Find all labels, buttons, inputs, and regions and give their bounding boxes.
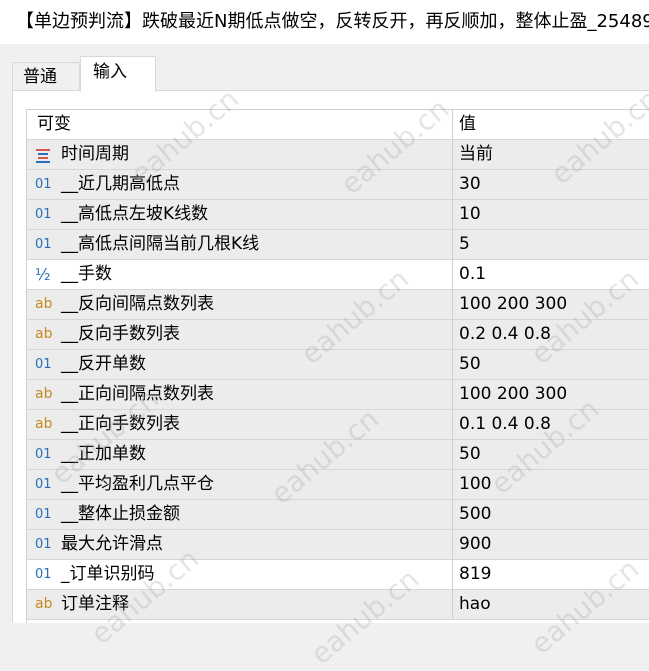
column-header-variable-label: 可变	[37, 114, 71, 134]
table-row[interactable]: 01 __高低点间隔当前几根K线 5	[27, 230, 649, 260]
timeframe-icon	[35, 149, 53, 163]
parameter-name: __手数	[61, 264, 112, 284]
parameter-value-cell[interactable]: 819	[459, 560, 649, 589]
double-icon: ½	[35, 265, 51, 284]
integer-icon: 01	[35, 177, 52, 192]
parameter-name-cell: 时间周期	[27, 140, 453, 169]
parameter-name: __高低点左坡K线数	[61, 204, 209, 224]
parameter-name: __正加单数	[61, 444, 146, 464]
table-row[interactable]: ab __正向手数列表 0.1 0.4 0.8	[27, 410, 649, 440]
parameter-name: __反开单数	[61, 354, 146, 374]
parameter-name: _订单识别码	[61, 564, 155, 584]
parameter-value-cell[interactable]: 0.2 0.4 0.8	[459, 320, 649, 349]
parameter-name-cell: ab __反向手数列表	[27, 320, 453, 349]
string-icon: ab	[35, 416, 53, 432]
tab-general[interactable]: 普通	[12, 62, 80, 90]
string-icon: ab	[35, 596, 53, 612]
table-row[interactable]: ½ __手数 0.1	[27, 260, 649, 290]
parameter-name: __反向手数列表	[61, 324, 180, 344]
integer-icon: 01	[35, 447, 52, 462]
parameter-value-cell[interactable]: hao	[459, 590, 649, 619]
parameter-name-cell: ab __正向间隔点数列表	[27, 380, 453, 409]
table-row[interactable]: 01 最大允许滑点 900	[27, 530, 649, 560]
parameter-name-cell: 01 __正加单数	[27, 440, 453, 469]
parameter-value-cell[interactable]: 100	[459, 470, 649, 499]
parameter-value-cell[interactable]: 100 200 300	[459, 290, 649, 319]
table-row[interactable]: 01 __高低点左坡K线数 10	[27, 200, 649, 230]
tab-inputs[interactable]: 输入	[80, 56, 156, 92]
table-row[interactable]: 01 __整体止损金额 500	[27, 500, 649, 530]
table-row[interactable]: ab __正向间隔点数列表 100 200 300	[27, 380, 649, 410]
parameter-name: __反向间隔点数列表	[61, 294, 214, 314]
integer-icon: 01	[35, 507, 52, 522]
parameter-value-cell[interactable]: 50	[459, 350, 649, 379]
table-row[interactable]: 01 _订单识别码 819	[27, 560, 649, 590]
column-header-value[interactable]: 值	[459, 110, 649, 139]
parameter-name: __正向间隔点数列表	[61, 384, 214, 404]
window-title: 【单边预判流】跌破最近N期低点做空，反转反开，再反顺加，整体止盈_25489	[0, 0, 649, 44]
integer-icon: 01	[35, 477, 52, 492]
parameter-value-cell[interactable]: 30	[459, 170, 649, 199]
parameter-name: __正向手数列表	[61, 414, 180, 434]
parameter-name-cell: ab __正向手数列表	[27, 410, 453, 439]
parameter-name: __高低点间隔当前几根K线	[61, 234, 260, 254]
parameter-name-cell: 01 __整体止损金额	[27, 500, 453, 529]
parameter-name-cell: ab __反向间隔点数列表	[27, 290, 453, 319]
parameter-name-cell: ab 订单注释	[27, 590, 453, 619]
tab-bar: 普通 输入	[0, 44, 649, 92]
table-row[interactable]: ab __反向手数列表 0.2 0.4 0.8	[27, 320, 649, 350]
table-row[interactable]: 01 __近几期高低点 30	[27, 170, 649, 200]
table-row[interactable]: ab 订单注释 hao	[27, 590, 649, 620]
string-icon: ab	[35, 386, 53, 402]
parameter-name-cell: 01 __平均盈利几点平仓	[27, 470, 453, 499]
parameter-name-cell: 01 __高低点间隔当前几根K线	[27, 230, 453, 259]
parameter-name-cell: 01 __高低点左坡K线数	[27, 200, 453, 229]
parameter-name: 订单注释	[61, 594, 129, 614]
parameter-value-cell[interactable]: 500	[459, 500, 649, 529]
parameter-value-cell[interactable]: 当前	[459, 140, 649, 169]
integer-icon: 01	[35, 357, 52, 372]
parameter-name-cell: ½ __手数	[27, 260, 453, 289]
column-header-variable[interactable]: 可变	[27, 110, 453, 139]
parameter-value-cell[interactable]: 0.1	[459, 260, 649, 289]
integer-icon: 01	[35, 567, 52, 582]
integer-icon: 01	[35, 537, 52, 552]
parameter-value-cell[interactable]: 900	[459, 530, 649, 559]
parameter-name-cell: 01 __近几期高低点	[27, 170, 453, 199]
table-row[interactable]: 01 __平均盈利几点平仓 100	[27, 470, 649, 500]
parameter-name-cell: 01 _订单识别码	[27, 560, 453, 589]
table-row[interactable]: 01 __反开单数 50	[27, 350, 649, 380]
parameter-name: 时间周期	[61, 144, 129, 164]
table-row[interactable]: ab __反向间隔点数列表 100 200 300	[27, 290, 649, 320]
parameter-name: __平均盈利几点平仓	[61, 474, 214, 494]
parameter-name: __近几期高低点	[61, 174, 180, 194]
integer-icon: 01	[35, 237, 52, 252]
parameter-value-cell[interactable]: 0.1 0.4 0.8	[459, 410, 649, 439]
parameter-value-cell[interactable]: 50	[459, 440, 649, 469]
parameter-name-cell: 01 最大允许滑点	[27, 530, 453, 559]
parameter-name: 最大允许滑点	[61, 534, 163, 554]
parameter-value-cell[interactable]: 5	[459, 230, 649, 259]
integer-icon: 01	[35, 207, 52, 222]
inputs-table: 可变 值 时间周期 当前 01 __近几期高低点 30 01 __高低点左坡K线数 10 01 _…	[26, 109, 649, 623]
table-row[interactable]: 时间周期 当前	[27, 140, 649, 170]
parameter-name: __整体止损金额	[61, 504, 180, 524]
string-icon: ab	[35, 326, 53, 342]
parameter-name-cell: 01 __反开单数	[27, 350, 453, 379]
string-icon: ab	[35, 296, 53, 312]
table-header: 可变 值	[27, 110, 649, 140]
table-row[interactable]: 01 __正加单数 50	[27, 440, 649, 470]
parameter-value-cell[interactable]: 10	[459, 200, 649, 229]
parameter-value-cell[interactable]: 100 200 300	[459, 380, 649, 409]
